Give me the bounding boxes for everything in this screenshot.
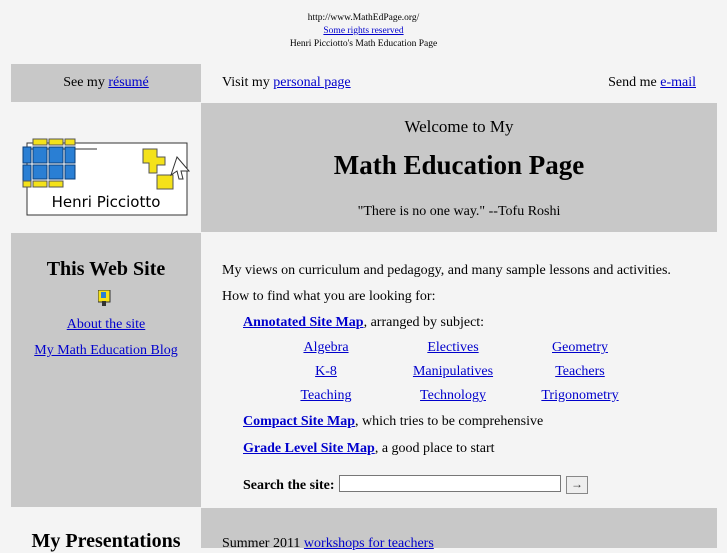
grade-suffix: , a good place to start — [374, 441, 495, 456]
search-label: Search the site: — [243, 478, 335, 493]
search-input[interactable] — [339, 475, 561, 492]
workshops-link[interactable]: workshops for teachers — [304, 536, 434, 551]
subject-electives-link[interactable]: Electives — [398, 340, 508, 356]
main-content: My views on curriculum and pedagogy, and… — [222, 233, 717, 507]
grade-level-site-map-link[interactable]: Grade Level Site Map — [243, 441, 375, 456]
resume-prefix: See my — [63, 75, 109, 90]
annotated-line: Annotated Site Map, arranged by subject: — [243, 315, 484, 331]
sidebar: This Web Site About the site My Math Edu… — [11, 233, 201, 507]
presentations-panel: My Presentations — [11, 508, 201, 552]
logo-panel: Henri Picciotto — [11, 103, 201, 232]
grade-line: Grade Level Site Map, a good place to st… — [243, 441, 495, 457]
welcome-banner: Welcome to My Math Education Page "There… — [201, 103, 717, 232]
personal-nav: Visit my personal page — [222, 64, 522, 102]
resume-nav: See my résumé — [11, 64, 201, 102]
page-title: Math Education Page — [333, 150, 585, 180]
subject-k8-link[interactable]: K-8 — [271, 364, 381, 380]
personal-page-link[interactable]: personal page — [273, 75, 350, 90]
compact-site-map-link[interactable]: Compact Site Map — [243, 414, 355, 429]
site-icon — [98, 290, 111, 306]
subject-teaching-link[interactable]: Teaching — [271, 388, 381, 404]
logo-name: Henri Picciotto — [52, 193, 161, 211]
rights-link[interactable]: Some rights reserved — [323, 26, 403, 36]
page-header: http://www.MathEdPage.org/ Some rights r… — [0, 12, 727, 51]
workshops-line: Summer 2011 workshops for teachers — [222, 536, 434, 552]
site-url: http://www.MathEdPage.org/ — [307, 13, 420, 23]
about-site-link[interactable]: About the site — [67, 317, 146, 332]
sidebar-title: This Web Site — [46, 258, 166, 280]
search-button[interactable]: → — [566, 476, 588, 494]
howto-text: How to find what you are looking for: — [222, 289, 436, 304]
intro-text: My views on curriculum and pedagogy, and… — [222, 263, 671, 278]
annotated-site-map-link[interactable]: Annotated Site Map — [243, 315, 364, 330]
subject-manipulatives-link[interactable]: Manipulatives — [398, 364, 508, 380]
compact-suffix: , which tries to be comprehensive — [355, 414, 544, 429]
email-nav: Send me e-mail — [540, 64, 696, 102]
email-prefix: Send me — [608, 75, 661, 90]
subject-teachers-link[interactable]: Teachers — [525, 364, 635, 380]
subject-technology-link[interactable]: Technology — [398, 388, 508, 404]
subject-geometry-link[interactable]: Geometry — [525, 340, 635, 356]
blog-link[interactable]: My Math Education Blog — [34, 343, 178, 358]
subject-trigonometry-link[interactable]: Trigonometry — [525, 388, 635, 404]
welcome-quote: "There is no one way." --Tofu Roshi — [357, 204, 561, 219]
welcome-line: Welcome to My — [404, 117, 514, 136]
presentations-title: My Presentations — [31, 530, 181, 552]
site-owner-title: Henri Picciotto's Math Education Page — [289, 39, 438, 49]
workshops-panel: Summer 2011 workshops for teachers — [201, 508, 717, 551]
compact-line: Compact Site Map, which tries to be comp… — [243, 414, 543, 430]
resume-link[interactable]: résumé — [108, 75, 148, 90]
subject-algebra-link[interactable]: Algebra — [271, 340, 381, 356]
logo-icon: Henri Picciotto — [22, 138, 191, 216]
email-link[interactable]: e-mail — [660, 75, 696, 90]
annotated-suffix: , arranged by subject: — [363, 315, 485, 330]
personal-prefix: Visit my — [222, 75, 274, 90]
workshops-prefix: Summer 2011 — [222, 536, 304, 551]
